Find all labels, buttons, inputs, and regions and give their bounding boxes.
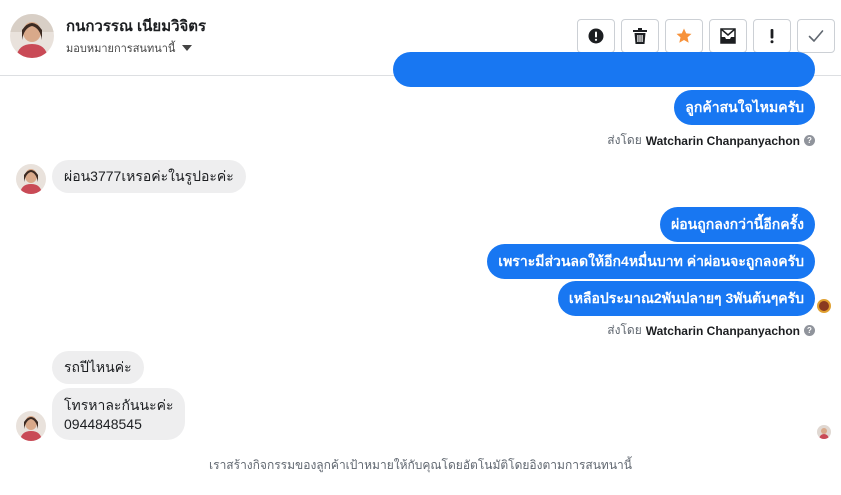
- contact-avatar-small[interactable]: [16, 164, 46, 194]
- message-bubble-incoming: รถปีไหนค่ะ: [52, 351, 144, 384]
- contact-avatar-small[interactable]: [16, 411, 46, 441]
- sent-by-prefix: ส่งโดย: [607, 323, 642, 337]
- caret-down-icon: [182, 45, 193, 51]
- message-text: ผ่อน3777เหรอค่ะในรูปอะค่ะ: [64, 168, 234, 184]
- auto-activity-note: เราสร้างกิจกรรมของลูกค้าเป้าหมายให้กับคุ…: [209, 458, 632, 472]
- contact-avatar[interactable]: [10, 14, 54, 58]
- exclamation-icon: [770, 29, 774, 44]
- message-bubble-outgoing: ลูกค้าสนใจไหมครับ: [674, 90, 815, 125]
- message-text: ผ่อนถูกลงกว่านี้อีกครั้ง: [671, 216, 804, 232]
- sent-by-prefix: ส่งโดย: [607, 133, 642, 147]
- sent-by-name[interactable]: Watcharin Chanpanyachon: [646, 324, 800, 338]
- message-text: รถปีไหนค่ะ: [64, 359, 132, 375]
- message-bubble-outgoing: ผ่อนถูกลงกว่านี้อีกครั้ง: [660, 207, 815, 242]
- contact-name: กนกวรรณ เนียมวิจิตร: [66, 18, 207, 35]
- archive-icon: [720, 28, 736, 44]
- phone-number[interactable]: 0944848545: [64, 415, 173, 434]
- conversation-toolbar: [577, 19, 835, 53]
- message-bubble-outgoing: เพราะมีส่วนลดให้อีก4หมื่นบาท ค่าผ่อนจะถู…: [487, 244, 815, 279]
- message-text: ลูกค้าสนใจไหมครับ: [685, 99, 804, 115]
- delete-button[interactable]: [621, 19, 659, 53]
- mark-important-button[interactable]: [753, 19, 791, 53]
- star-icon: [676, 28, 692, 43]
- message-bubble-outgoing-clipped: [393, 52, 815, 87]
- seen-indicator-avatar: [817, 299, 831, 313]
- assign-conversation-dropdown[interactable]: มอบหมายการสนทนานี้: [66, 39, 193, 57]
- assign-label: มอบหมายการสนทนานี้: [66, 43, 176, 55]
- trash-icon: [633, 28, 647, 44]
- archive-button[interactable]: [709, 19, 747, 53]
- message-text: เหลือประมาณ2พันปลายๆ 3พันต้นๆครับ: [568, 290, 804, 306]
- sent-by-name[interactable]: Watcharin Chanpanyachon: [646, 134, 800, 148]
- message-text: เพราะมีส่วนลดให้อีก4หมื่นบาท ค่าผ่อนจะถู…: [498, 253, 804, 269]
- message-text-line: โทรหาละกันนะค่ะ: [64, 397, 174, 413]
- exclamation-circle-icon: [588, 28, 604, 44]
- message-bubble-incoming: โทรหาละกันนะค่ะ 0944848545: [52, 388, 186, 440]
- alert-button[interactable]: [577, 19, 615, 53]
- sent-by-line: ส่งโดย Watcharin Chanpanyachon ?: [607, 321, 815, 340]
- message-bubble-incoming: ผ่อน3777เหรอค่ะในรูปอะค่ะ: [52, 160, 246, 193]
- read-receipt-avatar: [817, 425, 831, 439]
- message-bubble-outgoing: เหลือประมาณ2พันปลายๆ 3พันต้นๆครับ: [557, 281, 815, 316]
- mark-done-button[interactable]: [797, 19, 835, 53]
- help-icon[interactable]: ?: [804, 135, 815, 146]
- star-button[interactable]: [665, 19, 703, 53]
- check-icon: [808, 30, 824, 42]
- sent-by-line: ส่งโดย Watcharin Chanpanyachon ?: [607, 131, 815, 150]
- help-icon[interactable]: ?: [804, 325, 815, 336]
